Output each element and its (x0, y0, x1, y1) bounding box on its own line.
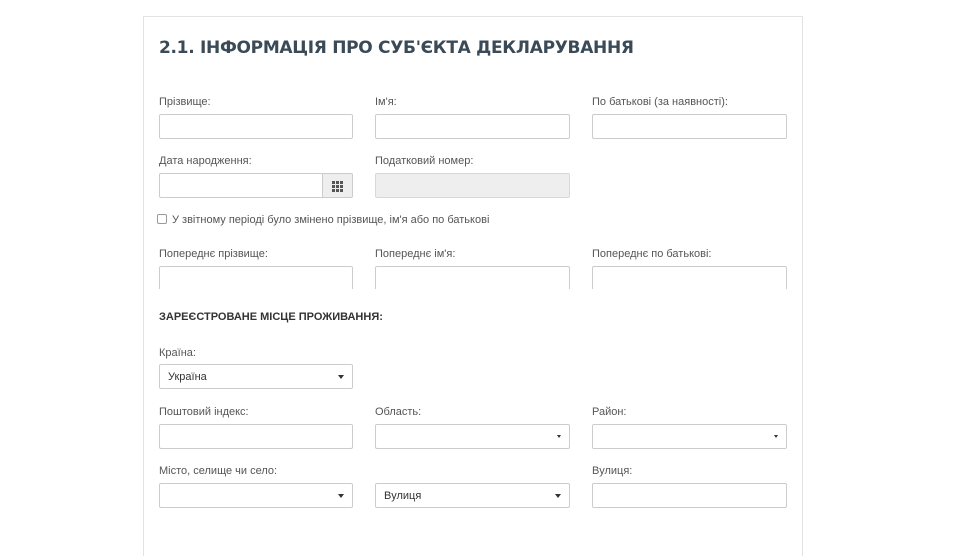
district-label: Район: (592, 406, 627, 418)
crop-strip (150, 289, 795, 299)
country-select[interactable]: Україна (159, 364, 353, 389)
postal-code-input[interactable] (159, 424, 353, 449)
caret-down-icon (557, 435, 561, 438)
prev-name-input[interactable] (375, 266, 570, 291)
caret-down-icon (774, 435, 778, 438)
section-title: 2.1. ІНФОРМАЦІЯ ПРО СУБ'ЄКТА ДЕКЛАРУВАНН… (159, 38, 634, 58)
surname-input[interactable] (159, 114, 353, 139)
street-type-select[interactable]: Вулиця (375, 483, 570, 508)
tax-number-label: Податковий номер: (375, 155, 474, 167)
name-changed-checkbox[interactable] (157, 214, 167, 224)
caret-down-icon (338, 494, 344, 498)
prev-surname-label: Попереднє прізвище: (159, 248, 268, 260)
surname-label: Прізвище: (159, 96, 211, 108)
prev-name-label: Попереднє ім'я: (375, 248, 456, 260)
region-label: Область: (375, 406, 422, 418)
birth-date-input[interactable] (159, 173, 323, 198)
name-label: Ім'я: (375, 96, 397, 108)
caret-down-icon (338, 375, 344, 379)
district-select[interactable] (592, 424, 787, 449)
prev-patronymic-input[interactable] (592, 266, 787, 291)
prev-surname-input[interactable] (159, 266, 353, 291)
street-label: Вулиця: (592, 465, 633, 477)
patronymic-label: По батькові (за наявності): (592, 96, 728, 108)
country-label: Країна: (159, 347, 196, 359)
patronymic-input[interactable] (592, 114, 787, 139)
caret-down-icon (555, 494, 561, 498)
prev-patronymic-label: Попереднє по батькові: (592, 248, 712, 260)
street-type-value: Вулиця (384, 490, 422, 502)
name-changed-label[interactable]: У звітному періоді було змінено прізвище… (172, 214, 489, 227)
city-label: Місто, селище чи село: (159, 465, 278, 477)
birth-date-label: Дата народження: (159, 155, 252, 167)
calendar-grid-icon (332, 181, 343, 192)
street-input[interactable] (592, 483, 787, 508)
country-value: Україна (168, 371, 207, 383)
postal-code-label: Поштовий індекс: (159, 406, 249, 418)
city-select[interactable] (159, 483, 353, 508)
name-input[interactable] (375, 114, 570, 139)
region-select[interactable] (375, 424, 570, 449)
calendar-button[interactable] (323, 173, 353, 198)
tax-number-input (375, 173, 570, 198)
residence-heading: ЗАРЕЄСТРОВАНЕ МІСЦЕ ПРОЖИВАННЯ: (159, 311, 383, 323)
